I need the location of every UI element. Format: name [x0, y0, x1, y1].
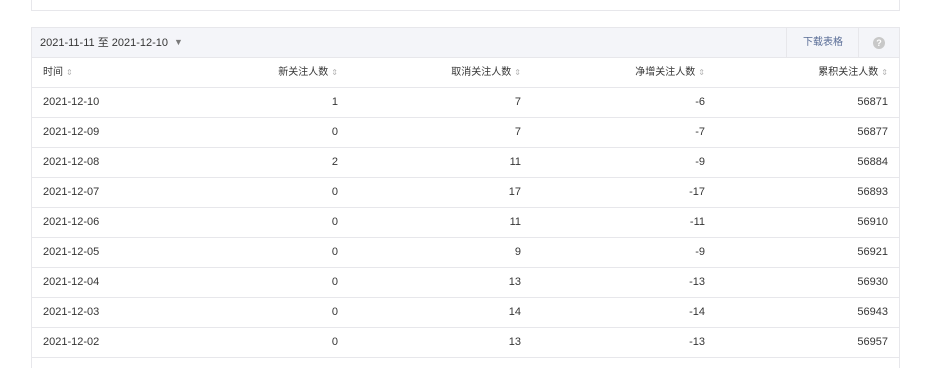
cell-unfollows: 9 [514, 246, 521, 258]
sort-icon: ⇕ [331, 68, 338, 77]
table-row: 2021-12-07 0 17 -17 56893 [32, 178, 899, 208]
column-header-total-followers[interactable]: 累积关注人数 ⇕ [818, 58, 888, 87]
cell-unfollows: 11 [509, 216, 521, 228]
cell-total-followers: 56943 [857, 306, 888, 318]
cell-date: 2021-12-03 [43, 306, 100, 318]
cell-total-followers: 56957 [857, 336, 888, 348]
table-row: 2021-12-02 0 13 -13 56957 [32, 328, 899, 358]
cell-new-followers: 1 [331, 96, 338, 108]
cell-net-followers: -9 [695, 156, 705, 168]
column-header-new-followers[interactable]: 新关注人数 ⇕ [278, 58, 338, 87]
cell-net-followers: -17 [689, 186, 705, 198]
cell-net-followers: -9 [695, 246, 705, 258]
cell-total-followers: 56884 [857, 156, 888, 168]
table-row: 2021-12-05 0 9 -9 56921 [32, 238, 899, 268]
cell-new-followers: 0 [331, 186, 338, 198]
date-range-selector[interactable]: 2021-11-11 至 2021-12-10 ▼ [40, 28, 183, 57]
cell-date: 2021-12-04 [43, 276, 100, 288]
cell-net-followers: -11 [689, 216, 705, 228]
sort-icon: ⇕ [698, 68, 705, 77]
cell-new-followers: 0 [331, 306, 338, 318]
cell-new-followers: 2 [331, 156, 338, 168]
table-row: 2021-12-03 0 14 -14 56943 [32, 298, 899, 328]
table-row: 2021-12-04 0 13 -13 56930 [32, 268, 899, 298]
previous-card-bottom [31, 0, 900, 11]
cell-date: 2021-12-05 [43, 246, 100, 258]
cell-unfollows: 13 [508, 276, 521, 288]
cell-total-followers: 56921 [857, 246, 888, 258]
cell-unfollows: 7 [514, 126, 521, 138]
sort-icon: ⇕ [66, 68, 73, 77]
cell-unfollows: 13 [508, 336, 521, 348]
cell-date: 2021-12-09 [43, 126, 100, 138]
cell-new-followers: 0 [331, 336, 338, 348]
table-row: 2021-12-06 0 11 -11 56910 [32, 208, 899, 238]
column-header-net-followers[interactable]: 净增关注人数 ⇕ [635, 58, 705, 87]
cell-new-followers: 0 [331, 246, 338, 258]
cell-net-followers: -13 [689, 276, 705, 288]
caret-down-icon: ▼ [174, 37, 183, 47]
cell-date: 2021-12-10 [43, 96, 100, 108]
help-button[interactable]: ? [858, 28, 899, 57]
cell-date: 2021-12-06 [43, 216, 100, 228]
table-row: 2021-12-10 1 7 -6 56871 [32, 88, 899, 118]
cell-new-followers: 0 [331, 276, 338, 288]
stats-table-panel: 2021-11-11 至 2021-12-10 ▼ 下载表格 ? 时间 ⇕ 新关注人… [31, 27, 900, 368]
cell-net-followers: -7 [695, 126, 705, 138]
cell-net-followers: -6 [695, 96, 705, 108]
cell-total-followers: 56877 [857, 126, 888, 138]
table-header-row: 时间 ⇕ 新关注人数 ⇕ 取消关注人数 ⇕ 净增关注人数 ⇕ 累积关注人数 ⇕ [32, 58, 899, 88]
help-icon: ? [873, 36, 885, 49]
cell-date: 2021-12-02 [43, 336, 100, 348]
sort-icon: ⇕ [514, 68, 521, 77]
download-table-button[interactable]: 下载表格 [786, 28, 859, 57]
cell-unfollows: 14 [508, 306, 521, 318]
table-row: 2021-12-09 0 7 -7 56877 [32, 118, 899, 148]
cell-total-followers: 56871 [857, 96, 888, 108]
cell-total-followers: 56910 [857, 216, 888, 228]
cell-total-followers: 56893 [857, 186, 888, 198]
cell-unfollows: 7 [514, 96, 521, 108]
cell-unfollows: 17 [508, 186, 521, 198]
table-row: 2021-12-08 2 11 -9 56884 [32, 148, 899, 178]
cell-net-followers: -14 [689, 306, 705, 318]
column-header-unfollows[interactable]: 取消关注人数 ⇕ [451, 58, 521, 87]
cell-total-followers: 56930 [857, 276, 888, 288]
cell-date: 2021-12-07 [43, 186, 100, 198]
sort-icon: ⇕ [881, 68, 888, 77]
date-range-label: 2021-11-11 至 2021-12-10 [40, 37, 169, 49]
column-header-date[interactable]: 时间 ⇕ [43, 58, 73, 87]
cell-unfollows: 11 [509, 156, 521, 168]
cell-new-followers: 0 [331, 216, 338, 228]
cell-new-followers: 0 [331, 126, 338, 138]
cell-date: 2021-12-08 [43, 156, 100, 168]
table-toolbar: 2021-11-11 至 2021-12-10 ▼ 下载表格 ? [32, 28, 899, 58]
cell-net-followers: -13 [689, 336, 705, 348]
